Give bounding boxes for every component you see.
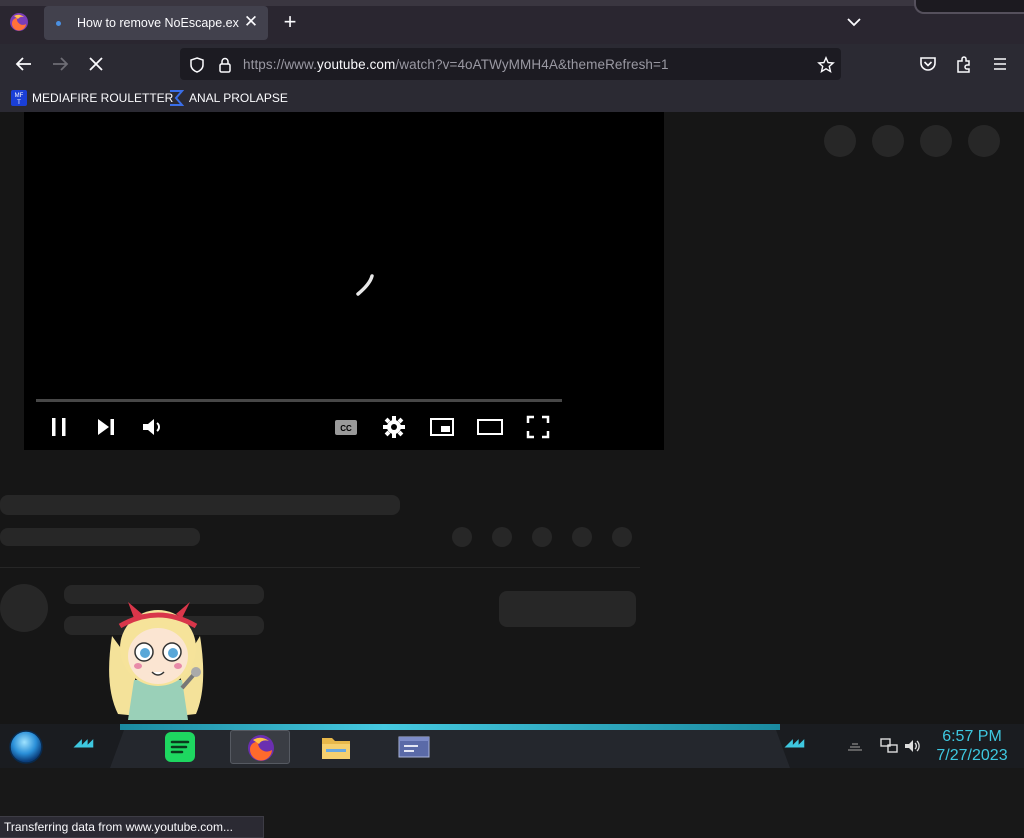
pause-icon[interactable] [46,414,72,440]
skeleton-avatar [872,125,904,157]
hamburger-menu-icon[interactable] [988,52,1012,76]
skeleton-action [492,527,512,547]
shield-icon[interactable] [188,56,206,74]
captions-icon[interactable]: CC [333,414,359,440]
video-player[interactable]: CC [24,112,664,450]
mediafire-icon: MF T [11,90,27,106]
url-text[interactable]: https://www.youtube.com/watch?v=4oATWyMM… [243,57,669,72]
taskbar-window[interactable] [384,730,444,764]
stop-loading-icon[interactable] [84,52,108,76]
skeleton-action [612,527,632,547]
spotify-icon [165,732,195,762]
loading-spinner-icon [356,274,374,296]
svg-text:CC: CC [340,424,352,433]
start-orb-icon[interactable] [7,730,45,764]
youtube-watch-page: CC Transferring data from www.youtube.co… [0,112,1024,838]
skeleton-subscribe-button [499,591,636,627]
taskbar-spotify[interactable] [150,730,210,764]
bookmark-mediafire[interactable]: MF T MEDIAFIRE ROULETTER [11,89,173,107]
skeleton-action [452,527,472,547]
bookmarks-toolbar: MF T MEDIAFIRE ROULETTER ANAL PROLAPSE [0,84,1024,112]
skeleton-action [532,527,552,547]
bookmark-label: ANAL PROLAPSE [189,91,288,105]
star-butterfly-desktop-pet [109,602,204,720]
lock-icon[interactable] [216,56,234,74]
next-video-icon[interactable] [93,414,119,440]
address-bar[interactable]: https://www.youtube.com/watch?v=4oATWyMM… [180,48,841,80]
pocket-icon[interactable] [916,52,940,76]
divider [0,567,640,568]
skeleton-avatar [824,125,856,157]
settings-gear-icon[interactable] [381,414,407,440]
back-arrow-icon[interactable] [12,52,36,76]
bookmark-sigma[interactable]: ANAL PROLAPSE [168,89,288,107]
skeleton-action [572,527,592,547]
network-icon[interactable] [880,738,898,754]
extensions-icon[interactable] [952,52,976,76]
svg-text:T: T [17,100,21,106]
skeleton-avatar [968,125,1000,157]
tab-title: How to remove NoEscape.exe ( [77,16,239,30]
tab-strip: How to remove NoEscape.exe ( ✕ + [0,0,1024,44]
skeleton-video-meta [0,528,200,546]
clock-date: 7/27/2023 [936,747,1008,764]
theater-mode-icon[interactable] [477,414,503,440]
taskbar: ◢◢◢ ◢◢◢ 6:57 PM 7/27/2023 [0,724,1024,768]
window-frame-decoration [914,0,1024,14]
firefox-icon [248,735,274,761]
taskbar-firefox[interactable] [230,730,290,764]
system-clock[interactable]: 6:57 PM 7/27/2023 [930,727,1014,765]
miniplayer-icon[interactable] [429,414,455,440]
volume-icon[interactable] [140,414,166,440]
tab-close-icon[interactable]: ✕ [242,13,260,31]
taskbar-chevron-decoration: ◢◢◢ [74,738,93,749]
svg-text:MF: MF [15,93,24,99]
fullscreen-icon[interactable] [525,414,551,440]
window-icon [398,736,430,758]
firefox-icon[interactable] [8,11,30,33]
sigma-icon [170,90,184,106]
taskbar-chevron-decoration: ◢◢◢ [785,738,804,749]
bookmark-label: MEDIAFIRE ROULETTER [32,91,174,105]
taskbar-file-explorer[interactable] [306,730,366,764]
file-explorer-icon [322,738,350,759]
forward-arrow-icon[interactable] [48,52,72,76]
tab-active[interactable]: How to remove NoEscape.exe ( ✕ [44,6,268,40]
taskbar-frame [110,730,790,768]
navigation-toolbar: https://www.youtube.com/watch?v=4oATWyMM… [0,44,1024,84]
skeleton-channel-avatar [0,584,48,632]
new-tab-button[interactable]: + [279,11,301,33]
video-progress-bar[interactable] [36,399,562,402]
show-hidden-icons-icon[interactable] [846,738,864,754]
skeleton-avatar [920,125,952,157]
chevron-down-icon[interactable] [843,12,865,32]
skeleton-video-title [0,495,400,515]
tab-loading-icon [56,21,61,26]
volume-icon[interactable] [904,738,922,754]
clock-time: 6:57 PM [942,728,1002,745]
taskbar-accent-line [120,724,780,730]
status-bar: Transferring data from www.youtube.com..… [0,816,264,838]
star-bookmark-icon[interactable] [817,56,835,74]
